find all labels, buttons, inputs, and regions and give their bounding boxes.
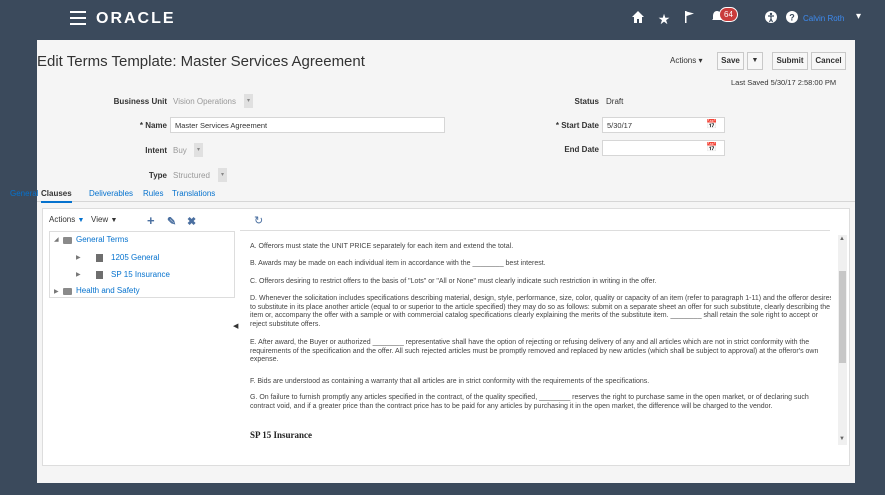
- clause-b: B. Awards may be made on each individual…: [250, 260, 546, 267]
- clause-a: A. Offerors must state the UNIT PRICE se…: [250, 243, 514, 250]
- save-button[interactable]: Save: [717, 52, 744, 70]
- scroll-down-icon[interactable]: ▼: [839, 436, 845, 442]
- clause-d: D. Whenever the solicitation includes sp…: [250, 295, 831, 328]
- splitter-collapse-icon[interactable]: ◀: [233, 322, 238, 330]
- cancel-button[interactable]: Cancel: [811, 52, 846, 70]
- tree-actions-menu[interactable]: Actions ▼: [49, 215, 84, 224]
- tab-general[interactable]: General: [10, 189, 38, 198]
- tree-node-sp15-insurance[interactable]: SP 15 Insurance: [111, 270, 170, 279]
- accessibility-icon[interactable]: [761, 9, 781, 29]
- tree-toolbar: Actions ▼ View ▼ + ✎ ✖: [49, 213, 236, 231]
- name-input[interactable]: Master Services Agreement: [170, 117, 445, 133]
- folder-icon: [63, 288, 72, 295]
- svg-text:?: ?: [789, 13, 795, 23]
- edit-icon[interactable]: ✎: [167, 215, 176, 228]
- delete-icon[interactable]: ✖: [187, 215, 196, 228]
- notifications-badge[interactable]: 64: [719, 7, 738, 22]
- intent-label: Intent: [145, 146, 167, 155]
- help-icon[interactable]: ?: [782, 9, 802, 29]
- collapse-icon[interactable]: ◢: [54, 236, 59, 243]
- tree-node-health-and-safety[interactable]: Health and Safety: [76, 286, 140, 295]
- name-label: * Name: [139, 121, 167, 130]
- scroll-thumb[interactable]: [839, 271, 846, 363]
- menu-icon[interactable]: [70, 11, 86, 25]
- clause-f: F. Bids are understood as containing a w…: [250, 378, 650, 385]
- expand-icon[interactable]: ▶: [76, 254, 81, 261]
- actions-menu[interactable]: Actions ▾: [670, 56, 702, 65]
- user-menu-caret-icon[interactable]: ▾: [856, 11, 861, 22]
- type-value: Structured: [173, 171, 210, 180]
- type-dropdown-icon[interactable]: ▾: [218, 168, 227, 182]
- add-icon[interactable]: +: [147, 213, 155, 228]
- type-label: Type: [148, 171, 167, 180]
- star-icon[interactable]: ★: [654, 9, 674, 29]
- end-date-calendar-icon[interactable]: 📅: [706, 142, 717, 153]
- tree-node-general-terms[interactable]: General Terms: [76, 235, 128, 244]
- clauses-content: Actions ▼ View ▼ + ✎ ✖ ◢ General Terms ▶…: [42, 208, 850, 466]
- tab-clauses[interactable]: Clauses: [41, 189, 72, 203]
- expand-icon[interactable]: ▶: [54, 288, 59, 295]
- main-panel: Edit Terms Template: Master Services Agr…: [10, 40, 855, 483]
- oracle-logo: ORACLE: [96, 10, 176, 27]
- flag-icon[interactable]: [680, 9, 700, 29]
- clause-icon: [96, 271, 103, 279]
- tab-deliverables[interactable]: Deliverables: [89, 189, 133, 198]
- tab-rules[interactable]: Rules: [143, 189, 163, 198]
- home-icon[interactable]: [628, 9, 648, 29]
- page-title: Edit Terms Template: Master Services Agr…: [37, 53, 365, 70]
- save-dropdown-button[interactable]: ▼: [747, 52, 763, 70]
- scroll-up-icon[interactable]: ▲: [839, 236, 845, 242]
- business-unit-label: Business Unit: [113, 97, 167, 106]
- business-unit-dropdown-icon[interactable]: ▾: [244, 94, 253, 108]
- status-value: Draft: [606, 97, 624, 106]
- undo-icon[interactable]: ↻: [254, 214, 263, 227]
- clause-c: C. Offerors desiring to restrict offers …: [250, 278, 657, 285]
- start-date-calendar-icon[interactable]: 📅: [706, 119, 717, 130]
- clause-editor[interactable]: A. Offerors must state the UNIT PRICE se…: [240, 235, 831, 459]
- end-date-label: End Date: [564, 145, 599, 154]
- user-menu[interactable]: Calvin Roth: [803, 14, 844, 23]
- intent-dropdown-icon[interactable]: ▾: [194, 143, 203, 157]
- editor-toolbar: ↻: [240, 213, 830, 231]
- last-saved-text: Last Saved 5/30/17 2:58:00 PM: [731, 78, 837, 87]
- tab-translations[interactable]: Translations: [172, 189, 215, 198]
- intent-value: Buy: [173, 146, 187, 155]
- clause-tree: ◢ General Terms ▶ 1205 General ▶ SP 15 I…: [49, 231, 235, 298]
- top-navigation-bar: ORACLE ★ 64 ? Calvin Roth ▾: [0, 0, 885, 38]
- clause-icon: [96, 254, 103, 262]
- clause-e: E. After award, the Buyer or authorized …: [250, 339, 819, 363]
- start-date-label: * Start Date: [555, 121, 599, 130]
- business-unit-value: Vision Operations: [173, 97, 236, 106]
- folder-icon: [63, 237, 72, 244]
- tab-bar: General Clauses Deliverables Rules Trans…: [10, 186, 855, 203]
- status-label: Status: [574, 97, 599, 106]
- expand-icon[interactable]: ▶: [76, 271, 81, 278]
- section-heading: SP 15 Insurance: [250, 430, 313, 440]
- tree-node-1205-general[interactable]: 1205 General: [111, 253, 159, 262]
- submit-button[interactable]: Submit: [772, 52, 808, 70]
- clause-g: G. On failure to furnish promptly any ar…: [250, 394, 809, 410]
- editor-scrollbar[interactable]: ▲ ▼: [838, 235, 847, 445]
- tree-view-menu[interactable]: View ▼: [91, 215, 117, 224]
